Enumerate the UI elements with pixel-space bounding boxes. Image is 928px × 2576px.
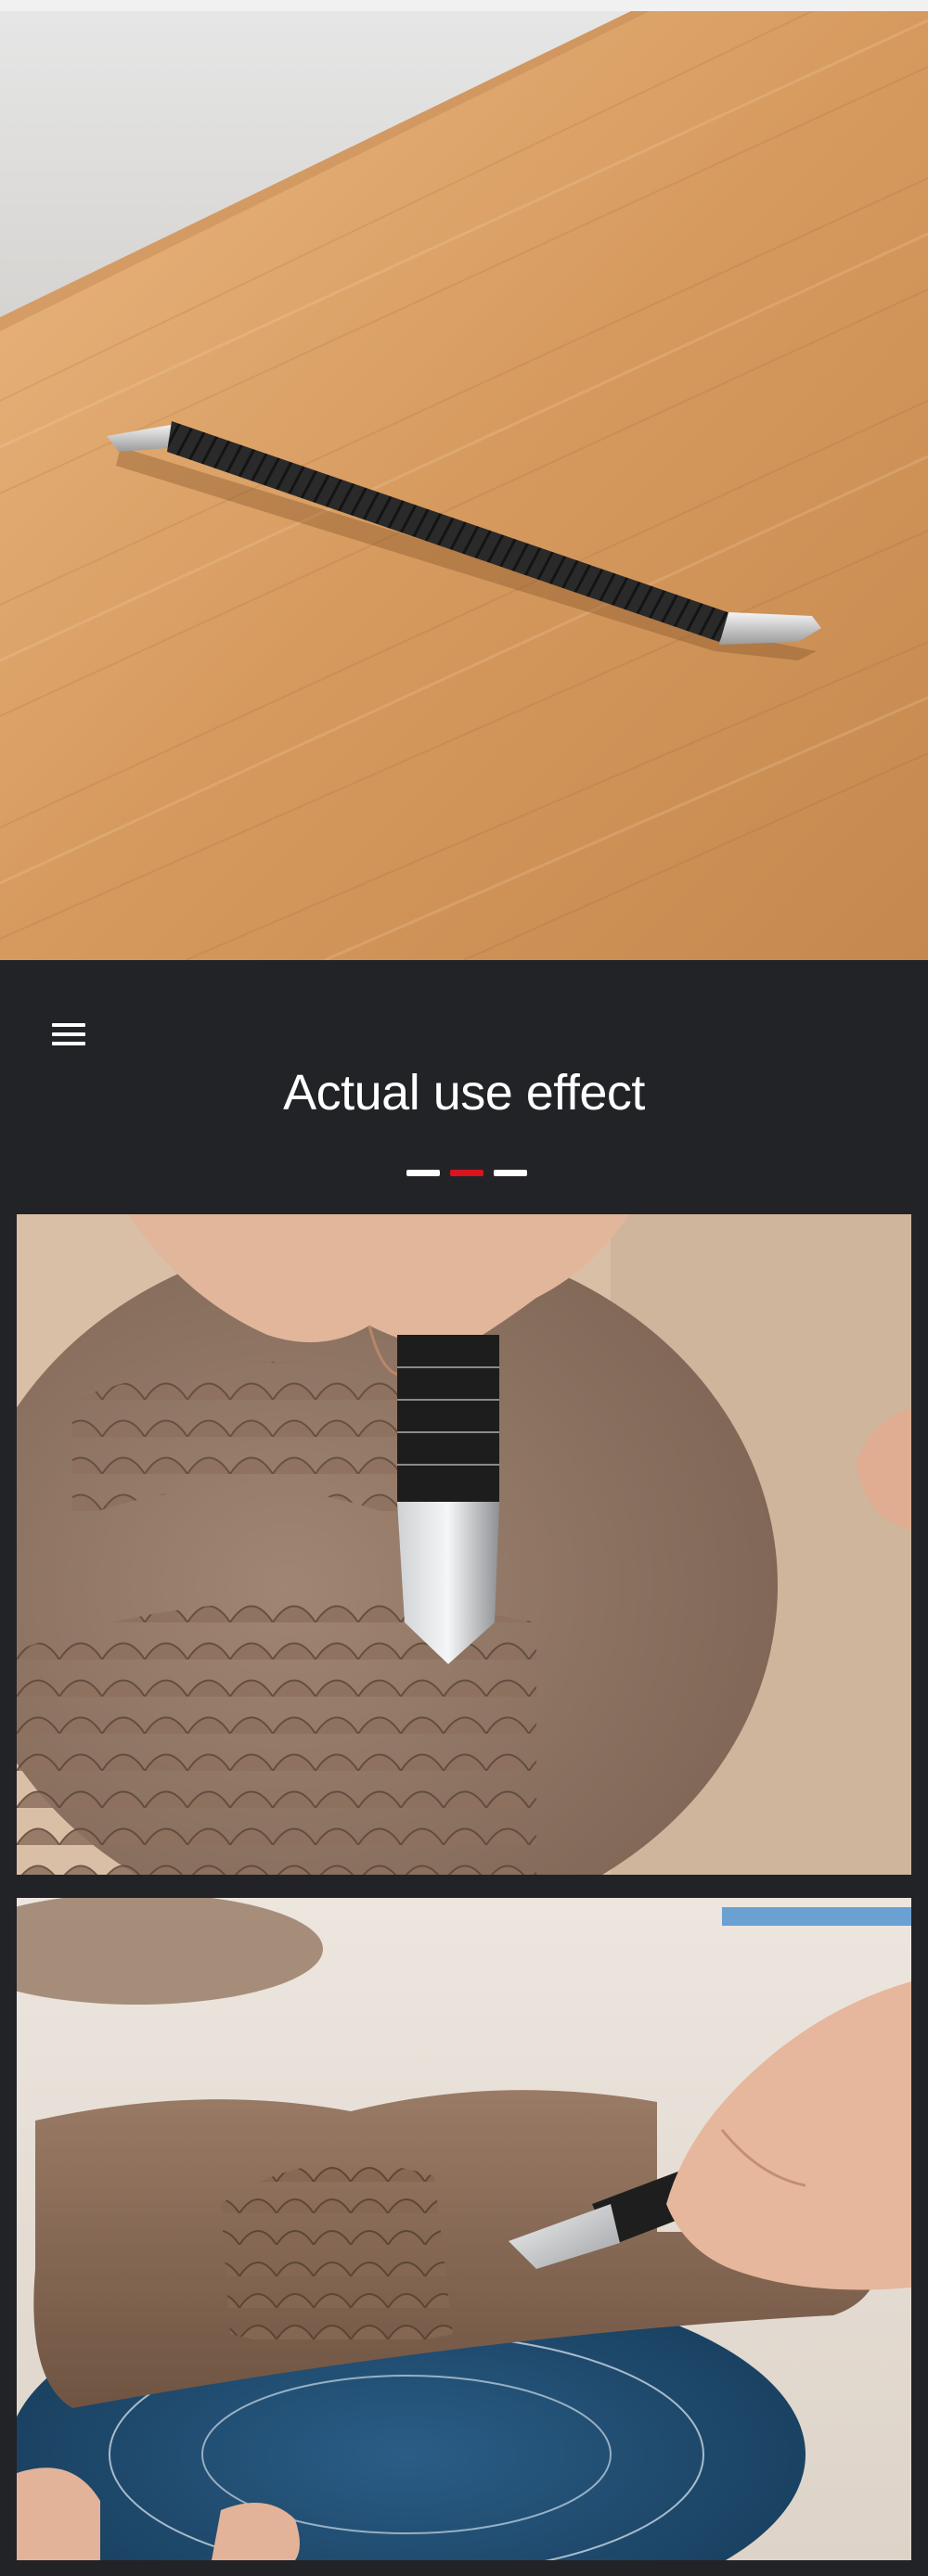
usage-photo-2 [17,1898,911,2560]
divider-center-accent [450,1170,483,1176]
divider-right [494,1170,527,1176]
top-strip [0,0,928,11]
usage-photo-1 [17,1214,911,1875]
hamburger-menu-icon[interactable] [52,1021,85,1047]
divider-left [406,1170,440,1176]
hero-scene [0,11,928,960]
hero-product-photo [0,11,928,960]
section-title: Actual use effect [283,1065,645,1121]
